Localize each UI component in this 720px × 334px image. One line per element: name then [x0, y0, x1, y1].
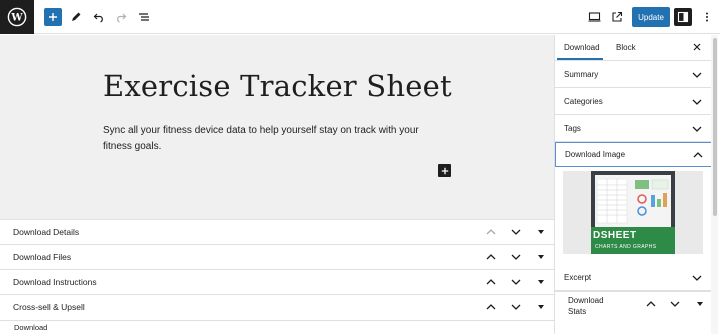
update-button[interactable]: Update [632, 7, 670, 27]
editor-top-toolbar: W Update [0, 0, 720, 34]
chevron-down-icon [691, 69, 703, 81]
featured-image-preview: DSHEET CHARTS AND GRAPHS [591, 171, 675, 254]
featured-image-banner: DSHEET CHARTS AND GRAPHS [591, 227, 675, 254]
panel-download-stats: Download Stats [555, 291, 713, 334]
panel-title: Tags [564, 124, 581, 133]
move-down-chevron-icon[interactable] [510, 276, 522, 288]
banner-subtitle: CHARTS AND GRAPHS [595, 244, 657, 250]
panel-tags[interactable]: Tags [555, 115, 713, 142]
active-tab-indicator [557, 58, 603, 60]
chevron-down-icon [691, 123, 703, 135]
panel-title: Categories [564, 97, 603, 106]
chevron-down-icon [691, 96, 703, 108]
panel-excerpt[interactable]: Excerpt [555, 264, 713, 291]
sidebar-scrollbar-thumb[interactable] [713, 38, 717, 216]
metabox-download-instructions: Download Instructions [0, 269, 554, 294]
chevron-down-icon [691, 272, 703, 284]
block-inserter-plus-icon[interactable] [438, 164, 451, 177]
move-up-chevron-icon[interactable] [485, 226, 497, 238]
redo-icon[interactable] [112, 8, 130, 26]
sidebar-toggle-icon[interactable] [674, 8, 692, 26]
wordpress-logo-icon[interactable]: W [0, 0, 34, 34]
sidebar-tabs: Download Block [555, 35, 713, 61]
editor-footer: Download [0, 320, 554, 334]
chevron-up-icon [692, 149, 704, 161]
editor-canvas[interactable]: Exercise Tracker Sheet Sync all your fit… [0, 35, 554, 219]
move-down-chevron-icon[interactable] [510, 226, 522, 238]
svg-text:W: W [10, 13, 23, 24]
panel-summary[interactable]: Summary [555, 61, 713, 88]
desktop-view-icon[interactable] [585, 8, 603, 26]
tab-download[interactable]: Download [564, 43, 600, 52]
panel-title: Summary [564, 70, 599, 79]
panel-title: Download Stats [568, 296, 604, 316]
tab-block[interactable]: Block [616, 43, 636, 52]
metabox-title: Cross-sell & Upsell [13, 302, 85, 312]
metabox-title: Download Files [13, 252, 72, 262]
toggle-caret-icon[interactable] [535, 276, 547, 288]
spreadsheet-screenshot [595, 175, 671, 227]
toggle-caret-icon[interactable] [535, 251, 547, 263]
metabox-cross-sell-upsell: Cross-sell & Upsell [0, 294, 554, 320]
move-down-chevron-icon[interactable] [669, 298, 681, 310]
move-up-chevron-icon[interactable] [485, 251, 497, 263]
panel-title: Download Image [565, 150, 626, 159]
close-icon[interactable] [691, 41, 703, 53]
metabox-download-files: Download Files [0, 244, 554, 269]
move-down-chevron-icon[interactable] [510, 301, 522, 313]
move-down-chevron-icon[interactable] [510, 251, 522, 263]
toggle-caret-icon[interactable] [535, 226, 547, 238]
move-up-chevron-icon[interactable] [485, 301, 497, 313]
tools-pencil-icon[interactable] [67, 8, 85, 26]
move-up-chevron-icon[interactable] [485, 276, 497, 288]
external-link-icon[interactable] [608, 8, 626, 26]
panel-categories[interactable]: Categories [555, 88, 713, 115]
breadcrumb[interactable]: Download [14, 323, 47, 332]
panel-download-image[interactable]: Download Image [555, 142, 713, 167]
undo-icon[interactable] [90, 8, 108, 26]
post-title[interactable]: Exercise Tracker Sheet [103, 69, 452, 103]
toggle-caret-icon[interactable] [535, 301, 547, 313]
metabox-title: Download Instructions [13, 277, 97, 287]
panel-title: Excerpt [564, 273, 592, 282]
featured-image[interactable]: DSHEET CHARTS AND GRAPHS [563, 171, 703, 254]
banner-title: DSHEET [593, 230, 637, 241]
more-vertical-icon[interactable] [698, 8, 716, 26]
add-block-plus-icon[interactable] [44, 8, 62, 26]
toggle-caret-icon[interactable] [694, 298, 706, 310]
metabox-title: Download Details [13, 227, 80, 237]
move-up-chevron-icon[interactable] [645, 298, 657, 310]
list-view-icon[interactable] [135, 8, 153, 26]
post-paragraph[interactable]: Sync all your fitness device data to hel… [103, 123, 443, 155]
metabox-download-details: Download Details [0, 219, 554, 244]
